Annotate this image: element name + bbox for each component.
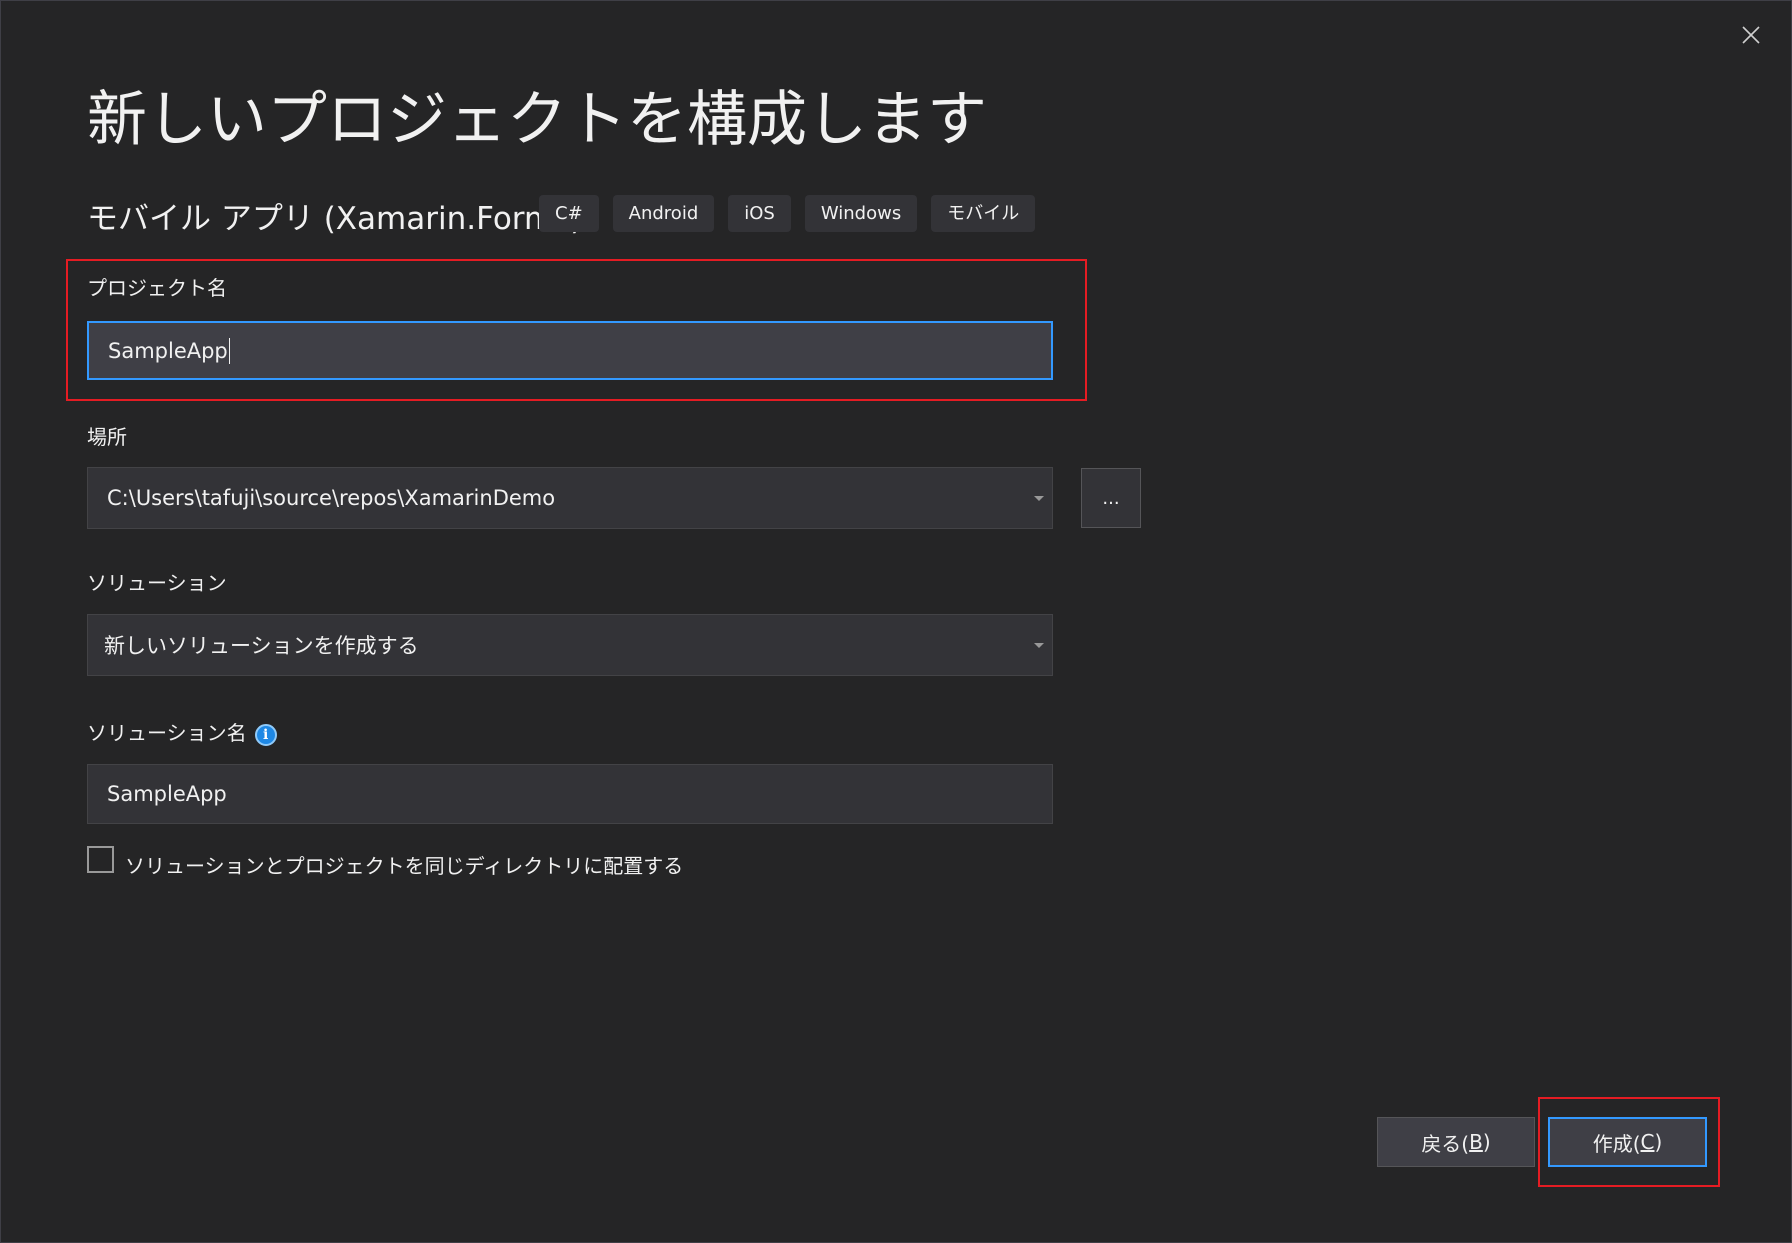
- browse-button[interactable]: ...: [1081, 468, 1141, 528]
- location-label: 場所: [87, 425, 127, 449]
- chevron-down-icon: [1034, 643, 1044, 648]
- solution-name-input[interactable]: SampleApp: [87, 764, 1053, 824]
- tag-android: Android: [612, 195, 715, 232]
- page-title: 新しいプロジェクトを構成します: [87, 85, 987, 155]
- back-button-text: 戻る(: [1421, 1131, 1470, 1156]
- configure-project-dialog: 新しいプロジェクトを構成します モバイル アプリ (Xamarin.Forms)…: [0, 0, 1792, 1243]
- close-icon: [1742, 26, 1760, 44]
- create-button-text: 作成(: [1592, 1131, 1641, 1156]
- solution-dropdown[interactable]: 新しいソリューションを作成する: [87, 614, 1053, 676]
- create-button-end: ): [1654, 1130, 1663, 1154]
- create-button-key: C: [1640, 1130, 1655, 1154]
- project-name-input[interactable]: SampleApp: [87, 321, 1053, 380]
- same-directory-label: ソリューションとプロジェクトを同じディレクトリに配置する: [125, 854, 684, 878]
- create-button[interactable]: 作成(C): [1548, 1117, 1707, 1167]
- info-icon[interactable]: i: [254, 723, 277, 746]
- project-name-value: SampleApp: [108, 338, 228, 363]
- same-directory-checkbox[interactable]: [87, 846, 114, 873]
- close-button[interactable]: [1731, 15, 1771, 55]
- solution-name-label-row: ソリューション名 i: [87, 717, 277, 746]
- project-name-label: プロジェクト名: [87, 276, 227, 300]
- template-tags: C# Android iOS Windows モバイル: [539, 195, 1036, 232]
- location-value: C:\Users\tafuji\source\repos\XamarinDemo: [107, 486, 556, 510]
- tag-windows: Windows: [804, 195, 918, 232]
- location-dropdown[interactable]: C:\Users\tafuji\source\repos\XamarinDemo: [87, 467, 1053, 529]
- template-name: モバイル アプリ (Xamarin.Forms): [87, 201, 583, 237]
- solution-value: 新しいソリューションを作成する: [104, 634, 419, 658]
- chevron-down-icon: [1034, 496, 1044, 501]
- solution-name-label: ソリューション名: [87, 721, 247, 745]
- tag-mobile: モバイル: [931, 195, 1036, 232]
- solution-label: ソリューション: [87, 571, 227, 595]
- text-caret: [228, 337, 230, 364]
- tag-csharp: C#: [539, 195, 599, 232]
- solution-name-value: SampleApp: [107, 782, 227, 806]
- back-button-end: ): [1482, 1130, 1491, 1154]
- back-button[interactable]: 戻る(B): [1377, 1117, 1535, 1167]
- tag-ios: iOS: [728, 195, 791, 232]
- back-button-key: B: [1469, 1130, 1483, 1154]
